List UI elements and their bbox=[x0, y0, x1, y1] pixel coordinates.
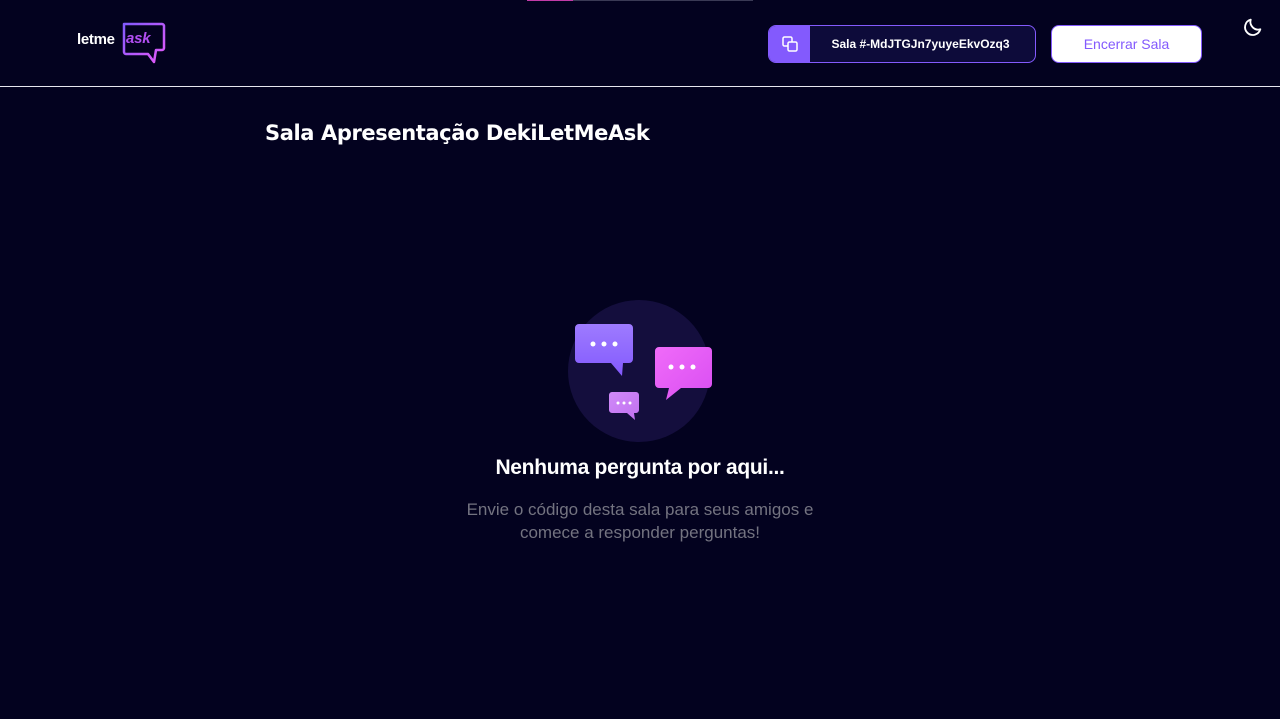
logo-text-letme: letme bbox=[77, 31, 115, 48]
empty-state-title: Nenhuma pergunta por aqui... bbox=[495, 456, 785, 479]
room-code-copy-button[interactable]: Sala #-MdJTGJn7yuyeEkvOzq3 bbox=[768, 25, 1036, 63]
copy-icon bbox=[769, 26, 810, 62]
logo-text-ask: ask bbox=[126, 30, 151, 47]
letmeask-logo[interactable]: letme ask bbox=[76, 20, 168, 66]
chat-bubbles-icon bbox=[567, 300, 717, 442]
page-header: letme ask Sala #-MdJTGJn7yuyeEkvOzq3 Enc… bbox=[0, 0, 1280, 87]
end-room-button[interactable]: Encerrar Sala bbox=[1051, 25, 1202, 63]
room-code-label: Sala #-MdJTGJn7yuyeEkvOzq3 bbox=[831, 37, 1010, 51]
moon-icon[interactable] bbox=[1242, 16, 1264, 38]
empty-state-description: Envie o código desta sala para seus amig… bbox=[466, 500, 814, 542]
room-title: Sala Apresentação DekiLetMeAsk bbox=[265, 121, 650, 145]
